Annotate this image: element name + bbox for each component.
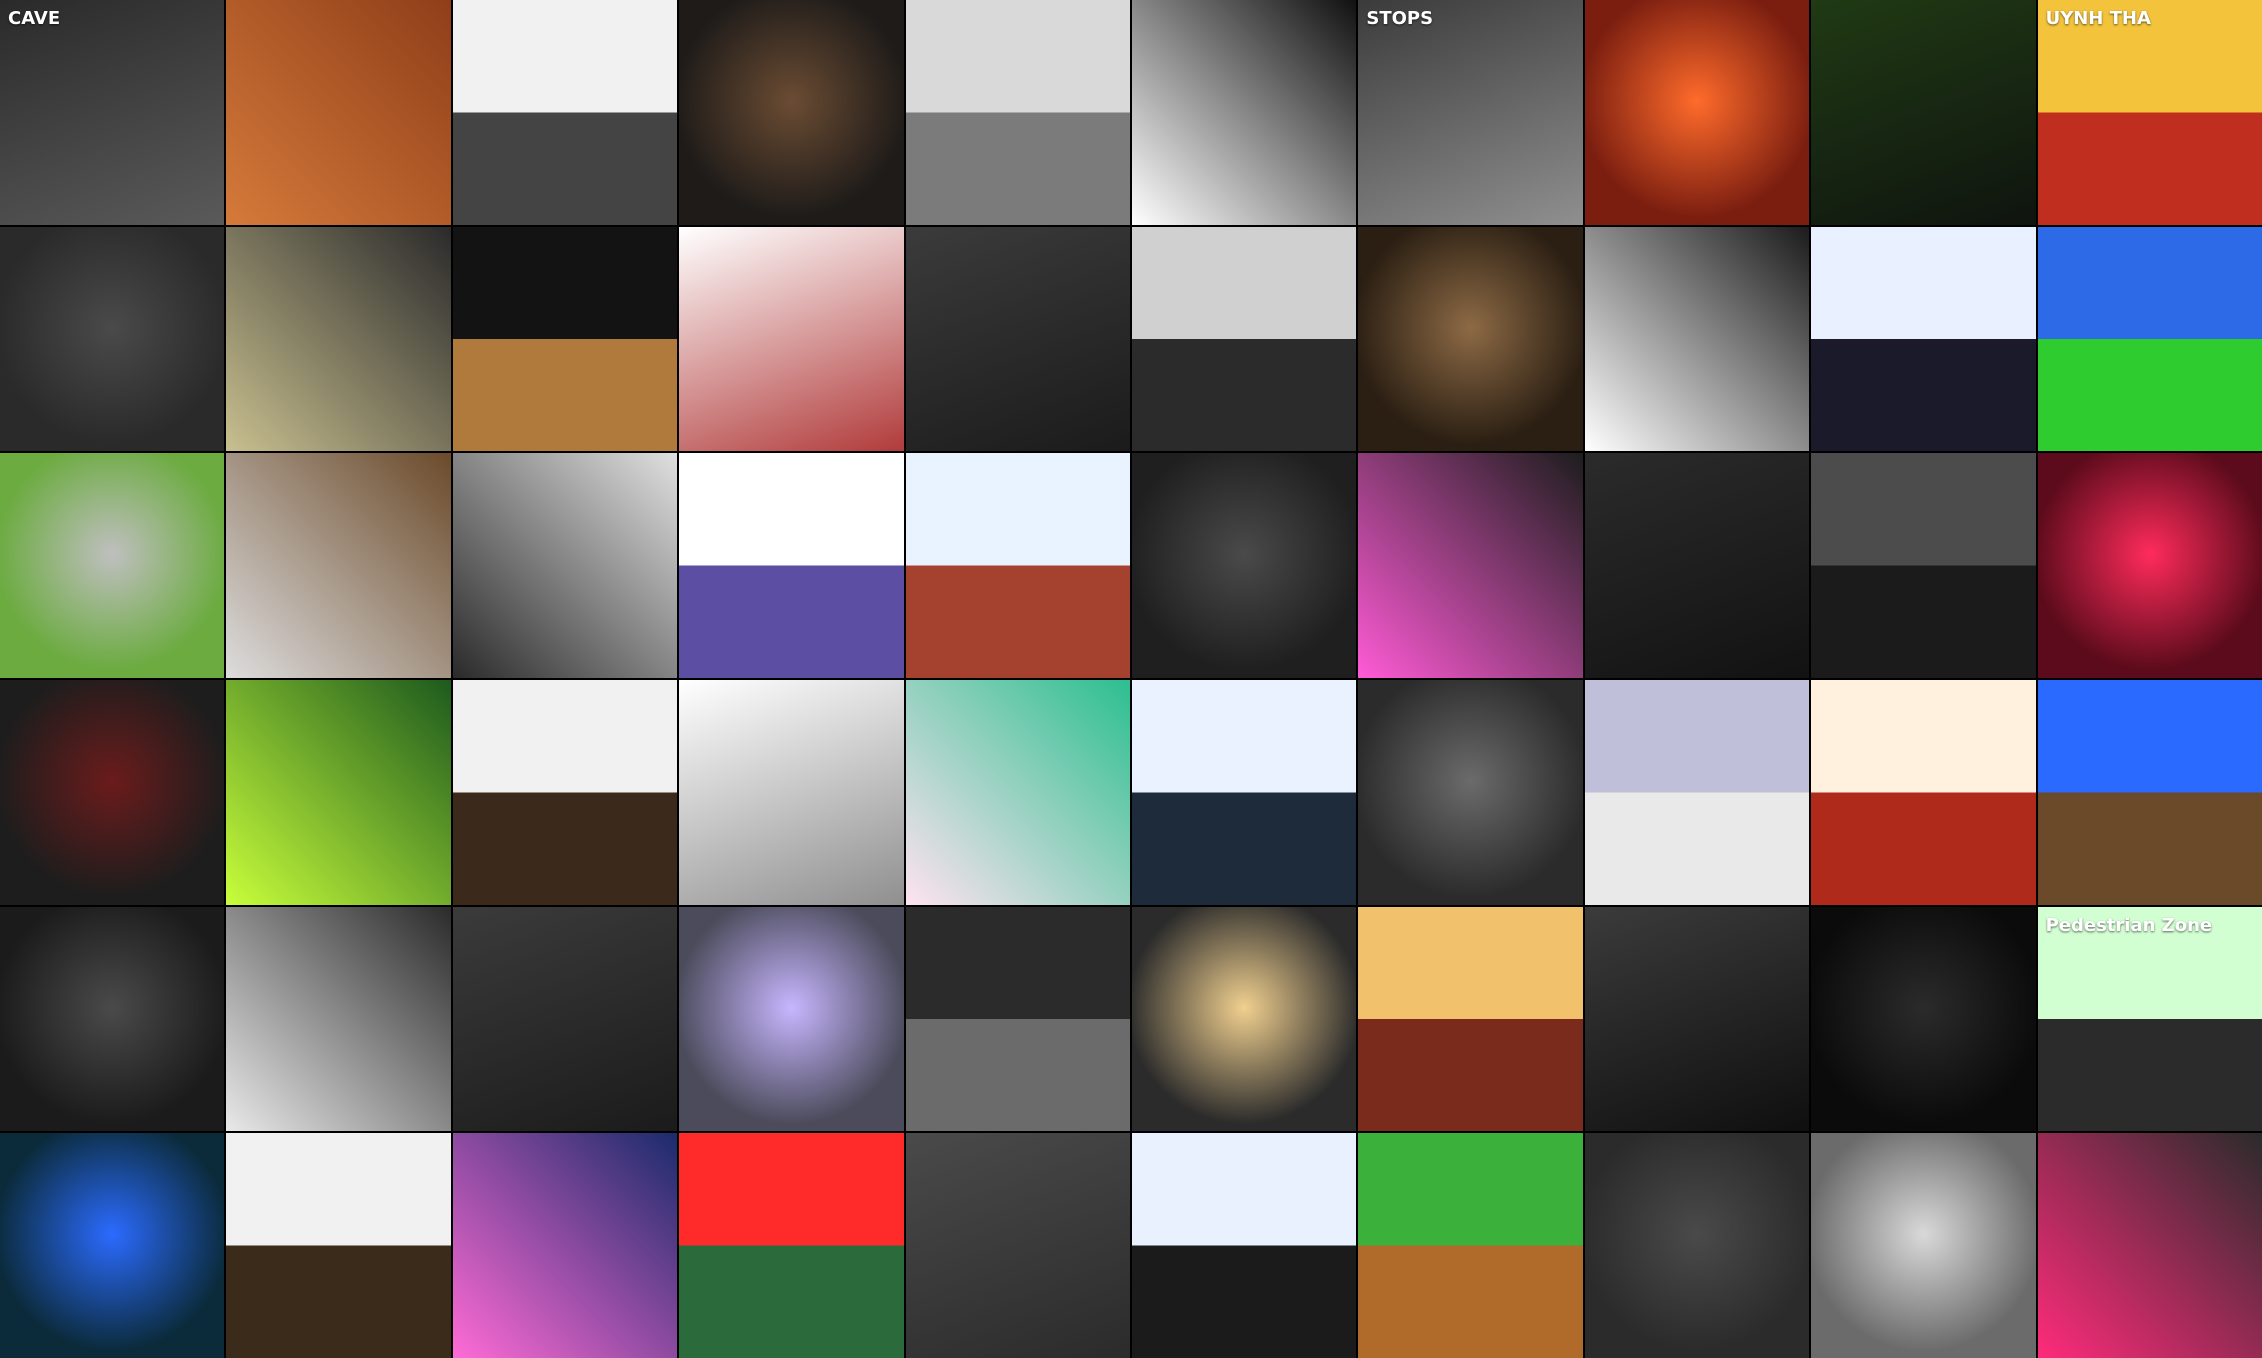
thumbnail-tile-14[interactable] bbox=[679, 226, 904, 452]
thumbnail-tile-36[interactable] bbox=[1131, 680, 1357, 905]
thumbnail-tile-20[interactable] bbox=[2037, 226, 2262, 452]
thumbnail-tile-6[interactable] bbox=[1131, 0, 1357, 225]
thumbnail-tile-31[interactable] bbox=[0, 680, 225, 905]
thumbnail-tile-58[interactable] bbox=[1584, 1133, 1810, 1358]
thumbnail-tile-10[interactable]: UYNH THA bbox=[2037, 0, 2262, 225]
thumbnail-tile-27[interactable] bbox=[1358, 453, 1583, 678]
thumbnail-tile-21[interactable] bbox=[0, 453, 225, 678]
thumbnail-tile-24[interactable] bbox=[679, 453, 904, 678]
thumbnail-tile-34[interactable] bbox=[679, 680, 904, 905]
thumbnail-tile-19[interactable] bbox=[1811, 226, 2036, 452]
thumbnail-tile-46[interactable] bbox=[1131, 906, 1357, 1132]
thumbnail-tile-3[interactable] bbox=[452, 0, 678, 225]
thumbnail-tile-18[interactable] bbox=[1584, 226, 1810, 452]
thumbnail-tile-48[interactable] bbox=[1584, 906, 1810, 1132]
thumbnail-tile-39[interactable] bbox=[1811, 680, 2036, 905]
thumbnail-tile-7[interactable]: STOPS bbox=[1358, 0, 1583, 225]
thumbnail-tile-59[interactable] bbox=[1811, 1133, 2036, 1358]
thumbnail-tile-26[interactable] bbox=[1131, 453, 1357, 678]
thumbnail-tile-8[interactable] bbox=[1584, 0, 1810, 225]
thumbnail-tile-23[interactable] bbox=[452, 453, 678, 678]
thumbnail-tile-38[interactable] bbox=[1584, 680, 1810, 905]
thumbnail-tile-40[interactable] bbox=[2037, 680, 2262, 905]
thumbnail-tile-30[interactable] bbox=[2037, 453, 2262, 678]
thumbnail-tile-44[interactable] bbox=[679, 906, 904, 1132]
thumbnail-tile-60[interactable] bbox=[2037, 1133, 2262, 1358]
thumbnail-tile-54[interactable] bbox=[679, 1133, 904, 1358]
thumbnail-tile-28[interactable] bbox=[1584, 453, 1810, 678]
thumbnail-tile-37[interactable] bbox=[1358, 680, 1583, 905]
thumbnail-tile-25[interactable] bbox=[905, 453, 1130, 678]
thumbnail-tile-50[interactable]: Pedestrian Zone bbox=[2037, 906, 2262, 1132]
thumbnail-tile-9[interactable] bbox=[1811, 0, 2036, 225]
thumbnail-tile-4[interactable] bbox=[679, 0, 904, 225]
thumbnail-tile-11[interactable] bbox=[0, 226, 225, 452]
thumbnail-tile-2[interactable] bbox=[226, 0, 451, 225]
thumbnail-tile-51[interactable] bbox=[0, 1133, 225, 1358]
thumbnail-tile-5[interactable] bbox=[905, 0, 1130, 225]
thumbnail-tile-43[interactable] bbox=[452, 906, 678, 1132]
thumbnail-tile-47[interactable] bbox=[1358, 906, 1583, 1132]
thumbnail-tile-17[interactable] bbox=[1358, 226, 1583, 452]
tile-overlay-text: STOPS bbox=[1366, 8, 1434, 29]
thumbnail-tile-52[interactable] bbox=[226, 1133, 451, 1358]
thumbnail-tile-49[interactable] bbox=[1811, 906, 2036, 1132]
thumbnail-tile-12[interactable] bbox=[226, 226, 451, 452]
tile-overlay-text: CAVE bbox=[8, 8, 61, 29]
thumbnail-tile-22[interactable] bbox=[226, 453, 451, 678]
thumbnail-tile-35[interactable] bbox=[905, 680, 1130, 905]
thumbnail-tile-13[interactable] bbox=[452, 226, 678, 452]
thumbnail-tile-15[interactable] bbox=[905, 226, 1130, 452]
thumbnail-tile-16[interactable] bbox=[1131, 226, 1357, 452]
thumbnail-tile-41[interactable] bbox=[0, 906, 225, 1132]
thumbnail-tile-56[interactable] bbox=[1131, 1133, 1357, 1358]
thumbnail-tile-32[interactable] bbox=[226, 680, 451, 905]
thumbnail-tile-42[interactable] bbox=[226, 906, 451, 1132]
thumbnail-tile-57[interactable] bbox=[1358, 1133, 1583, 1358]
thumbnail-tile-45[interactable] bbox=[905, 906, 1130, 1132]
thumbnail-tile-1[interactable]: CAVE bbox=[0, 0, 225, 225]
thumbnail-tile-55[interactable] bbox=[905, 1133, 1130, 1358]
thumbnail-grid: CAVE STOPS UYNH THA Pedestrian Zone bbox=[0, 0, 2262, 1358]
thumbnail-tile-53[interactable] bbox=[452, 1133, 678, 1358]
thumbnail-tile-29[interactable] bbox=[1811, 453, 2036, 678]
thumbnail-tile-33[interactable] bbox=[452, 680, 678, 905]
tile-overlay-text: Pedestrian Zone bbox=[2045, 914, 2213, 936]
tile-overlay-text: UYNH THA bbox=[2045, 8, 2151, 29]
